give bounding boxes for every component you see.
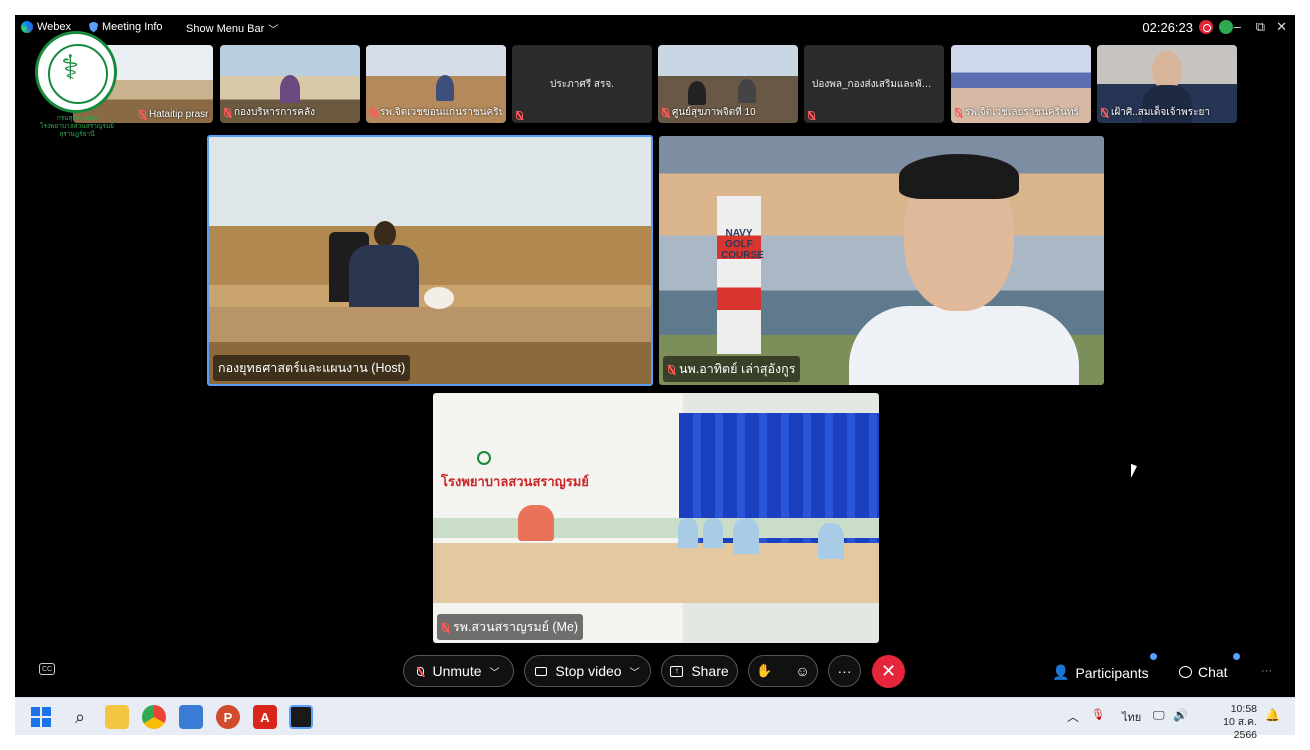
participant-name: Hataitip prasri [139,109,209,120]
notepad-icon[interactable] [179,705,203,729]
mic-muted-icon [955,108,962,117]
mic-muted-icon [442,622,449,632]
participant-muted [516,111,648,120]
mic-muted-icon [662,108,669,117]
tile-label: กองยุทธศาสตร์และแผนงาน (Host) [213,355,411,381]
chevron-down-icon: ﹀ [489,667,500,679]
recording-icon[interactable] [1199,20,1213,34]
participant-name: ศูนย์สุขภาพจิตที่ 10 [662,105,794,120]
chat-label: Chat [1198,664,1228,680]
clock[interactable]: 10:58 10 ส.ค. 2566 [1201,703,1257,742]
powerpoint-icon[interactable]: P [216,705,240,729]
mic-muted-icon [1101,108,1108,117]
acrobat-icon[interactable]: A [253,705,277,729]
stop-video-button[interactable]: Stop video ﹀ [524,655,651,687]
restore-button[interactable]: ⧉ [1256,19,1265,35]
moph-logo [35,31,117,113]
meeting-timer: 02:26:23 [1142,20,1193,35]
network-icon[interactable]: 🖵 [1153,708,1165,723]
reaction-smiley-icon[interactable]: ☺ [795,663,809,679]
participants-icon: 👤 [1052,664,1070,680]
participant-thumbnail[interactable]: ศูนย์สุขภาพจิตที่ 10 [658,45,798,123]
mic-muted-icon [370,108,377,117]
participant-name-center: ประภาศรี สรจ. [550,79,614,90]
participant-thumbnail[interactable]: รพ.จิตเวชเลยราชนครินทร์ [951,45,1091,123]
file-explorer-icon[interactable] [105,705,129,729]
stop-video-label: Stop video [555,663,622,679]
hospital-banner: โรงพยาบาลสวนสราญรมย์ [441,474,589,489]
chrome-icon[interactable] [142,705,166,729]
raise-hand-icon[interactable]: ✋ [756,663,772,679]
participant-name: กองบริหารการคลัง [224,105,356,120]
overflow-menu-button[interactable]: ··· [1261,665,1272,677]
title-bar: Webex Meeting Info Show Menu Bar ﹀ 02:26… [15,15,1295,41]
mic-muted-tray-icon[interactable]: 🎙 [1091,708,1105,721]
volume-icon[interactable]: 🔊 [1173,708,1188,722]
chevron-up-icon[interactable]: ︿ [1067,708,1079,725]
participant-thumbnail[interactable]: รพ.จิตเวชขอนแก่นราชนครินทร์ [366,45,506,123]
participants-label: Participants [1075,664,1149,681]
share-icon: ↑ [670,665,684,677]
close-button[interactable]: ✕ [1276,19,1287,35]
participant-thumbnail[interactable]: ปองพล_กองส่งเสริมและพัฒนาสุขภาพจิต [804,45,944,123]
show-menu-bar-button[interactable]: Show Menu Bar ﹀ [186,21,279,37]
tile-label: นพ.อาทิตย์ เล่าสุอังกูร [663,356,801,382]
video-tile-self[interactable]: โรงพยาบาลสวนสราญรมย์ รพ.สวนสราญรมย์ (Me) [433,393,879,643]
participant-name: รพ.จิตเวชเลยราชนครินทร์ [955,105,1087,120]
participant-thumbnail[interactable]: กองบริหารการคลัง [220,45,360,123]
mic-muted-icon [668,364,675,374]
share-label: Share [691,663,729,679]
video-camera-icon [535,666,548,676]
chat-bubble-icon [1179,666,1192,678]
participant-name: รพ.จิตเวชขอนแก่นราชนครินทร์ [370,105,502,120]
tile-label: รพ.สวนสราญรมย์ (Me) [437,614,584,640]
participant-name-center: ปองพล_กองส่งเสริมและพัฒนาสุขภาพจิต [812,79,944,90]
windows-start-icon[interactable] [31,707,51,727]
search-icon[interactable]: ⌕ [68,705,92,729]
meeting-info-button[interactable]: Meeting Info [89,21,163,33]
more-options-button[interactable]: ··· [828,655,861,687]
chevron-down-icon: ﹀ [629,667,640,679]
share-button[interactable]: ↑ Share [661,655,738,687]
lighthouse-sign: NAVY GOLF COURSE [721,228,764,261]
unmute-button[interactable]: Unmute ﹀ [403,655,514,687]
participant-name: เฝ้าศิ..สมเด็จเจ้าพระยา [1101,105,1233,120]
participants-button[interactable]: 👤 Participants [1052,664,1149,681]
captions-button[interactable]: CC [39,663,55,675]
webex-window: Webex Meeting Info Show Menu Bar ﹀ 02:26… [15,15,1295,735]
participants-notification-dot [1150,653,1157,660]
video-tile-participant[interactable]: NAVY GOLF COURSE นพ.อาทิตย์ เล่าสุอังกูร [659,136,1104,385]
notification-bell-icon[interactable]: 🔔 [1265,708,1280,722]
participant-thumbnail[interactable]: เฝ้าศิ..สมเด็จเจ้าพระยา [1097,45,1237,123]
webex-logo-icon [21,21,33,33]
chat-notification-dot [1233,653,1240,660]
chevron-down-icon: ﹀ [268,25,279,36]
meeting-info-label: Meeting Info [102,21,163,33]
end-meeting-button[interactable]: ✕ [872,655,905,688]
mic-muted-icon [224,108,231,117]
logo-subtitle: กรมสุขภาพจิต โรงพยาบาลสวนสราญรมย์ สุราษฎ… [40,115,114,138]
shield-icon [89,21,98,33]
unmute-label: Unmute [432,663,482,679]
participant-muted [808,111,940,120]
network-status-icon[interactable] [1219,20,1233,34]
mic-muted-icon [516,111,523,120]
video-tile-host[interactable]: กองยุทธศาสตร์และแผนงาน (Host) [207,135,653,386]
show-menu-bar-label: Show Menu Bar [186,22,265,35]
chat-button[interactable]: Chat [1179,664,1228,680]
mic-muted-icon [139,110,146,119]
windows-taskbar: ⌕ P A ︿ 🎙 ไทย 🖵 🔊 10:58 10 ส.ค. 2566 🔔 [15,697,1295,741]
mic-muted-icon [808,111,815,120]
webex-app-icon[interactable] [289,705,313,729]
input-language[interactable]: ไทย [1122,708,1141,726]
mouse-cursor [1131,463,1137,481]
webex-menu[interactable]: Webex [21,21,71,33]
mic-muted-icon [417,666,425,676]
minimize-button[interactable]: – [1234,19,1241,34]
reactions-group: ✋ ☺ [748,655,818,687]
participant-thumbnail[interactable]: ประภาศรี สรจ. [512,45,652,123]
